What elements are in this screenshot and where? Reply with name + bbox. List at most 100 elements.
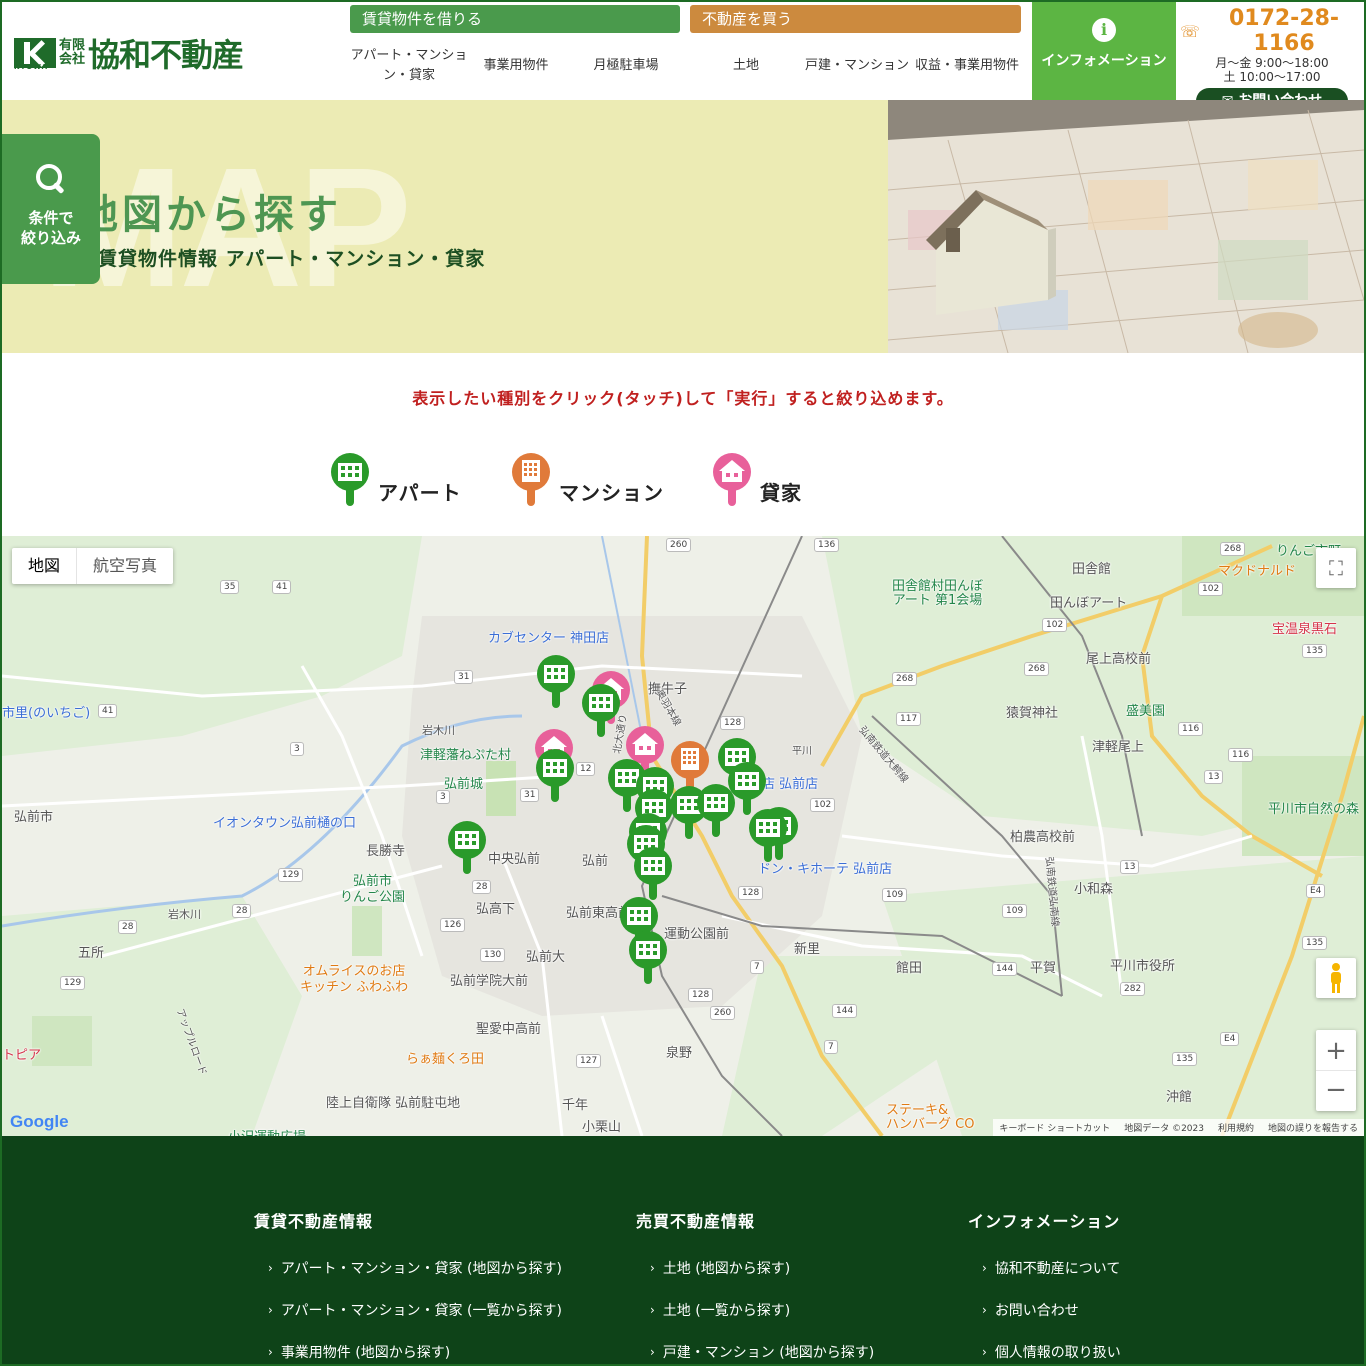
place-label: マクドナルド	[1218, 564, 1297, 579]
zoom-out-icon[interactable]: −	[1316, 1071, 1356, 1111]
place-label: 猿賀神社	[1006, 706, 1059, 721]
apartment-marker[interactable]	[536, 654, 576, 710]
station-label: 弘前学院大前	[450, 974, 529, 989]
station-label: 田舎館	[1072, 562, 1112, 577]
footer-link[interactable]: › アパート・マンション・貸家 (地図から探す)	[268, 1258, 562, 1278]
place-label: 泉野	[666, 1046, 693, 1061]
place-label: 盛美園	[1126, 704, 1166, 719]
place-label: 五所	[78, 946, 105, 961]
river-label: 岩木川	[422, 724, 455, 737]
place-label: 弘前市	[14, 810, 54, 825]
place-label: 宝温泉黒石	[1272, 622, 1338, 637]
nav-parking[interactable]: 月極駐車場	[570, 40, 682, 92]
footer-link[interactable]: › 協和不動産について	[982, 1258, 1121, 1278]
apartment-marker[interactable]	[633, 846, 673, 902]
nav-land[interactable]: 土地	[690, 40, 802, 92]
phone-icon: ☏	[1180, 21, 1201, 41]
apartment-marker[interactable]	[748, 808, 788, 864]
station-label: 運動公園前	[664, 927, 730, 942]
station-label: 田んぼアート	[1050, 596, 1128, 611]
station-label: 弘前	[582, 854, 609, 869]
keyboard-shortcuts-link[interactable]: キーボード ショートカット	[999, 1121, 1110, 1134]
map-type-satellite[interactable]: 航空写真	[77, 548, 173, 584]
footer-link[interactable]: › 土地 (一覧から探す)	[650, 1300, 874, 1320]
apartment-icon	[331, 453, 369, 506]
apartment-marker[interactable]	[535, 748, 575, 804]
chevron-right-icon: ›	[268, 1261, 273, 1275]
type-mansion-option[interactable]: マンション	[511, 448, 664, 508]
station-label: 千年	[562, 1098, 589, 1113]
station-label: 小栗山	[582, 1120, 622, 1135]
site-footer: 賃貸不動産情報 › アパート・マンション・貸家 (地図から探す) › アパート・マン…	[2, 1136, 1364, 1364]
chevron-right-icon: ›	[268, 1303, 273, 1317]
site-header: 有限 会社 協和不動産 KYOWA 賃貸物件を借りる 不動産を買う アパート・マ…	[0, 0, 1366, 114]
filter-label-2: 絞り込み	[20, 229, 81, 247]
apartment-marker[interactable]	[581, 683, 621, 739]
place-label: 新里	[794, 942, 821, 957]
report-error-link[interactable]: 地図の誤りを報告する	[1268, 1121, 1358, 1134]
info-icon: i	[1092, 18, 1116, 42]
filter-toggle-button[interactable]: 条件で 絞り込み	[2, 134, 100, 284]
page-title: 地図から探す	[78, 192, 342, 238]
station-label: 津軽尾上	[1092, 740, 1145, 755]
street-view-pegman-icon[interactable]	[1316, 958, 1356, 998]
footer-link[interactable]: › 個人情報の取り扱い	[982, 1342, 1121, 1362]
place-label: 小沢運動広場	[228, 1126, 306, 1136]
contact-block: ☏ 0172-28-1166 月〜金 9:00〜18:00 土 10:00〜17…	[1180, 6, 1364, 114]
zoom-in-icon[interactable]: +	[1316, 1031, 1356, 1071]
footer-col-rent: 賃貸不動産情報 › アパート・マンション・貸家 (地図から探す) › アパート・マン…	[254, 1208, 562, 1366]
station-label: 聖愛中高前	[476, 1022, 542, 1037]
footer-col-title: 賃貸不動産情報	[254, 1212, 374, 1231]
station-label: 柏農高校前	[1010, 830, 1076, 845]
map-house-photo	[888, 100, 1364, 353]
place-label: 平川市役所	[1110, 959, 1176, 974]
station-label: 館田	[896, 961, 923, 976]
logo-prefix-top: 有限	[59, 38, 86, 53]
footer-col-title: 売買不動産情報	[636, 1212, 756, 1231]
footer-link[interactable]: › 事業用物件 (地図から探す)	[268, 1342, 562, 1362]
nav-house-mansion[interactable]: 戸建・マンション	[804, 40, 910, 92]
logo-prefix-bottom: 会社	[59, 52, 86, 67]
place-label: 陸上自衛隊 弘前駐屯地	[326, 1096, 461, 1111]
map-attribution: キーボード ショートカット 地図データ ©2023 利用規約 地図の誤りを報告す…	[993, 1119, 1364, 1136]
footer-link[interactable]: › アパート・マンション・貸家 (一覧から探す)	[268, 1300, 562, 1320]
apartment-marker[interactable]	[696, 783, 736, 839]
nav-investment[interactable]: 収益・事業用物件	[912, 40, 1022, 92]
information-button[interactable]: i インフォメーション	[1032, 2, 1176, 100]
apartment-marker[interactable]	[628, 930, 668, 986]
place-label: 弘前市 りんご公園	[340, 874, 406, 905]
nav-apartment[interactable]: アパート・マンション・貸家	[350, 40, 468, 92]
place-label: 津軽藩ねぷた村	[420, 748, 512, 763]
place-label: 田舎館村田んぼ アート 第1会場	[892, 579, 984, 608]
google-wordmark: Google	[10, 1112, 69, 1131]
type-house-option[interactable]: 貸家	[712, 448, 802, 508]
fullscreen-icon[interactable]: ⛶	[1316, 548, 1356, 588]
nav-business[interactable]: 事業用物件	[470, 40, 562, 92]
property-map[interactable]: 地図 航空写真 ⛶ + − カブセンター 神田店 撫牛子 津軽藩ねぷた村 弘前城…	[2, 536, 1364, 1136]
terms-link[interactable]: 利用規約	[1218, 1121, 1254, 1134]
footer-link[interactable]: › お問い合わせ	[982, 1300, 1121, 1320]
chevron-right-icon: ›	[982, 1345, 987, 1359]
place-label: 弘前城	[444, 777, 484, 792]
place-label: 長勝寺	[366, 844, 406, 859]
map-type-map[interactable]: 地図	[12, 548, 78, 584]
google-logo: Google	[10, 1112, 69, 1132]
type-house-label: 貸家	[760, 481, 802, 505]
filter-label-1: 条件で	[28, 209, 74, 227]
search-icon	[34, 162, 68, 196]
hours-weekday: 月〜金 9:00〜18:00	[1215, 56, 1329, 70]
apartment-marker[interactable]	[447, 820, 487, 876]
footer-link[interactable]: › 戸建・マンション (地図から探す)	[650, 1342, 874, 1362]
place-label: ステーキ& ハンバーグ CO	[886, 1103, 975, 1132]
chevron-right-icon: ›	[650, 1303, 655, 1317]
logo-name: 協和不動産	[88, 36, 244, 74]
place-label: 店 弘前店	[762, 777, 819, 792]
phone-link[interactable]: ☏ 0172-28-1166	[1180, 6, 1364, 56]
type-apartment-option[interactable]: アパート	[330, 448, 462, 508]
hero-banner: MAP 地図から探す ／賃貸物件情報 アパート・マンション・貸家	[2, 100, 888, 353]
house-icon	[713, 453, 751, 506]
type-mansion-label: マンション	[559, 481, 664, 505]
footer-link[interactable]: › 土地 (地図から探す)	[650, 1258, 874, 1278]
place-label: 市里(のいちご)	[2, 706, 91, 721]
site-logo[interactable]: 有限 会社 協和不動産 KYOWA	[14, 30, 244, 76]
